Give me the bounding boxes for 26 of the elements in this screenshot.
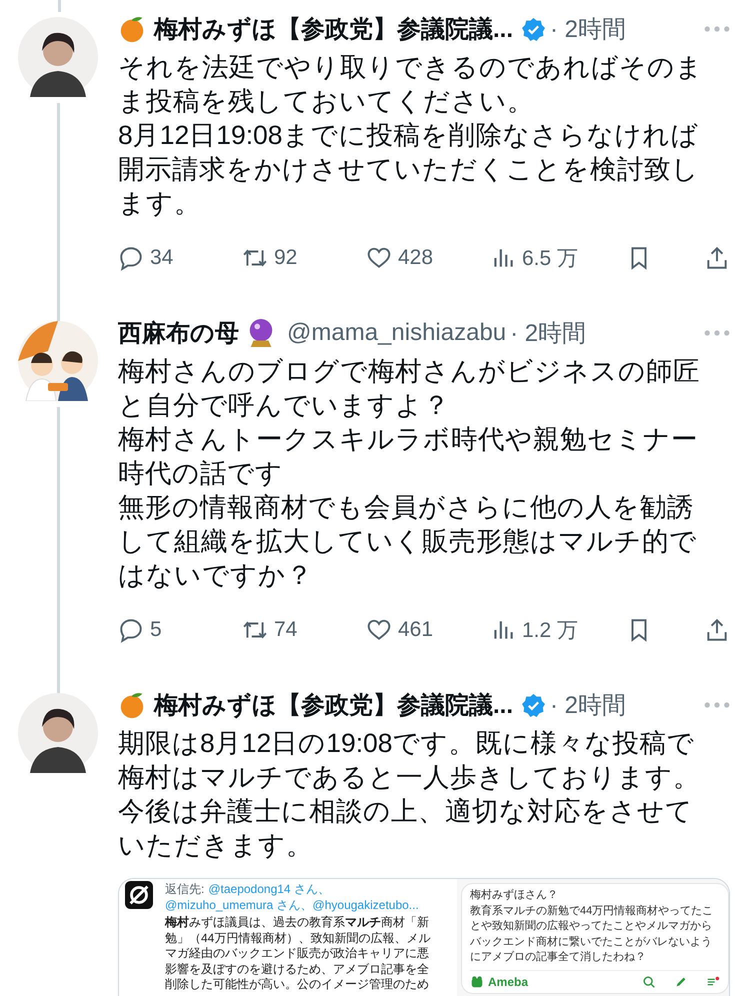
- quoted-text: 梅村みずほさん？: [470, 888, 559, 903]
- repost-count: 92: [274, 246, 298, 270]
- user-handle[interactable]: @mama_nishiazabu: [287, 319, 506, 347]
- quoted-text: 梅村みずほ議員は、過去の教育系マルチ商材「新勉」（44万円情報商材）、致知新聞の広報、メルマガ経由のバックエンド販売が政治キャリアに悪影響を及ぼすのを避けるため、アメブロ記事を全削除した可能性が高い。公のイメージ管理のため: [165, 915, 432, 992]
- timestamp[interactable]: · 2時間: [510, 317, 586, 349]
- author-name[interactable]: 梅村みずほ【参政党】参議院議...: [154, 689, 514, 721]
- quoted-text: 教育系マルチの新勉で44万円情報商材やってたことや致知新聞の広報やってたことやメルマガからバックエンド商材に繋いでたことがバレないようにアメブロの記事全て消したわね？: [470, 904, 714, 965]
- author-name[interactable]: 西麻布の母: [118, 317, 239, 349]
- reply-count: 5: [150, 618, 162, 642]
- brand-name: Ameba: [488, 974, 528, 988]
- timestamp[interactable]: · 2時間: [550, 13, 626, 45]
- like-count: 461: [398, 618, 434, 642]
- view-count: 6.5 万: [522, 246, 578, 272]
- tweet-text: それを法廷でやり取りできるのであればそのまま投稿を残しておいてください。: [118, 51, 704, 118]
- author-name[interactable]: 梅村みずほ【参政党】参議院議...: [154, 13, 514, 45]
- tweet-text: 無形の情報商材でも会員がさらに他の人を勧誘して組織を拡大していく販売形態はマルチ的ではないですか？: [118, 491, 698, 592]
- reply-to-label: 返信先:: [165, 881, 204, 897]
- tweet-text: 8月12日19:08までに投稿を削除なさらなければ開示請求をかけさせていただくことを検討致します。: [118, 119, 700, 220]
- tweet-text: 梅村さんのブログで梅村さんがビジネスの師匠と自分で呼んでいますよ？: [118, 355, 701, 422]
- view-count: 1.2 万: [522, 618, 578, 644]
- like-count: 428: [398, 246, 434, 270]
- tweet-text: 期限は8月12日の19:08です。既に様々な投稿で梅村はマルチであると一人歩きしております。今後は弁護士に相談の上、適切な対応をさせていただきます。: [118, 727, 701, 862]
- tweet-text: 梅村さんトークスキルラボ時代や親勉セミナー時代の話です: [118, 423, 699, 490]
- reply-count: 34: [150, 246, 174, 270]
- timestamp[interactable]: · 2時間: [550, 689, 626, 721]
- repost-count: 74: [274, 618, 298, 642]
